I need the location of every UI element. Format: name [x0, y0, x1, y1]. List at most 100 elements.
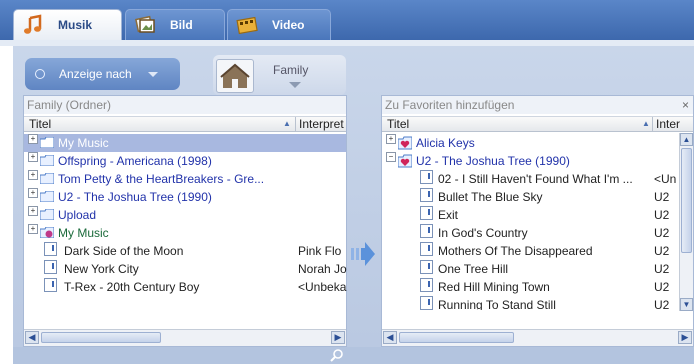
- track-title: 02 - I Still Haven't Found What I'm ...: [438, 172, 633, 186]
- expand-icon[interactable]: +: [28, 134, 38, 144]
- favorite-track-row[interactable]: Exit U2: [382, 206, 678, 224]
- tree-row-label: Offspring - Americana (1998): [58, 154, 212, 168]
- column-header: Titel ▲ Inter: [382, 116, 693, 132]
- favorite-folder-icon: [398, 136, 412, 150]
- tree-row-tom-petty[interactable]: + Tom Petty & the HeartBreakers - Gre...: [24, 170, 346, 188]
- tab-bild-label: Bild: [170, 18, 193, 32]
- track-artist: <Un: [654, 172, 677, 186]
- track-row[interactable]: Dark Side of the Moon Pink Flo: [24, 242, 346, 260]
- music-file-icon: [420, 242, 433, 256]
- column-header-title[interactable]: Titel: [387, 117, 409, 131]
- chevron-down-icon: [289, 82, 301, 88]
- favorite-track-row[interactable]: Bullet The Blue Sky U2: [382, 188, 678, 206]
- image-icon: [135, 15, 155, 33]
- favorite-track-row[interactable]: One Tree Hill U2: [382, 260, 678, 278]
- tree-row-offspring[interactable]: + Offspring - Americana (1998): [24, 152, 346, 170]
- tab-video[interactable]: Video: [227, 9, 331, 40]
- favorite-track-row[interactable]: Red Hill Mining Town U2: [382, 278, 678, 296]
- track-title: Exit: [438, 208, 459, 222]
- track-title: One Tree Hill: [438, 262, 509, 276]
- house-icon: [216, 59, 254, 93]
- music-file-icon: [420, 296, 433, 310]
- track-title: Mothers Of The Disappeared: [438, 244, 593, 258]
- tab-musik[interactable]: Musik: [13, 9, 122, 40]
- folder-icon: [40, 209, 54, 220]
- expand-icon[interactable]: +: [386, 134, 396, 144]
- music-file-icon: [420, 170, 433, 184]
- view-selector-dropdown[interactable]: Anzeige nach: [25, 58, 180, 90]
- folder-icon: [40, 155, 54, 166]
- transfer-arrow-icon[interactable]: [351, 240, 375, 268]
- track-title: Dark Side of the Moon: [64, 244, 184, 258]
- track-artist: U2: [654, 244, 670, 258]
- collapse-icon[interactable]: −: [386, 152, 396, 162]
- tab-bild[interactable]: Bild: [125, 9, 225, 40]
- scrollbar-thumb[interactable]: [41, 332, 161, 343]
- tree-row-shared-my-music[interactable]: + My Music: [24, 224, 346, 242]
- track-artist: U2: [654, 226, 670, 240]
- music-file-icon: [420, 188, 433, 202]
- tree-row-label: Upload: [58, 208, 97, 222]
- tree-row-my-music[interactable]: + My Music: [24, 134, 346, 152]
- tree-row-label: Tom Petty & the HeartBreakers - Gre...: [58, 172, 265, 186]
- music-file-icon: [44, 260, 57, 274]
- tree-row-u2[interactable]: + U2 - The Joshua Tree (1990): [24, 188, 346, 206]
- scroll-left-button[interactable]: ◀: [25, 331, 39, 344]
- column-header-artist[interactable]: Inter: [652, 117, 680, 131]
- expand-icon[interactable]: +: [28, 224, 38, 234]
- expand-icon[interactable]: +: [28, 188, 38, 198]
- favorite-track-row[interactable]: 02 - I Still Haven't Found What I'm ... …: [382, 170, 678, 188]
- sort-ascending-icon: ▲: [642, 119, 650, 128]
- expand-icon[interactable]: +: [28, 170, 38, 180]
- music-file-icon: [420, 278, 433, 292]
- favorite-track-row[interactable]: In God's Country U2: [382, 224, 678, 242]
- profile-selector[interactable]: Family: [213, 55, 346, 95]
- scroll-up-button[interactable]: ▲: [680, 133, 693, 146]
- track-title: Running To Stand Still: [438, 298, 556, 310]
- column-header-title[interactable]: Titel: [29, 117, 51, 131]
- track-title: Red Hill Mining Town: [438, 280, 550, 294]
- horizontal-scrollbar[interactable]: ◀ ▶: [382, 329, 693, 346]
- folder-icon: [40, 173, 54, 184]
- track-artist: U2: [654, 262, 670, 276]
- expand-icon[interactable]: +: [28, 206, 38, 216]
- tree-row-label: My Music: [58, 226, 109, 240]
- track-row[interactable]: T-Rex - 20th Century Boy <Unbeka: [24, 278, 346, 296]
- favorite-track-row[interactable]: Mothers Of The Disappeared U2: [382, 242, 678, 260]
- folder-icon: [40, 191, 54, 202]
- scroll-left-button[interactable]: ◀: [383, 331, 397, 344]
- scroll-down-button[interactable]: ▼: [680, 298, 693, 311]
- track-title: New York City: [64, 262, 139, 276]
- bottom-bar: [13, 347, 694, 364]
- favorite-row-alicia-keys[interactable]: + Alicia Keys: [382, 134, 678, 152]
- column-header-artist[interactable]: Interpret: [295, 117, 344, 131]
- vertical-scrollbar[interactable]: ▲ ▼: [679, 133, 693, 311]
- scroll-right-button[interactable]: ▶: [331, 331, 345, 344]
- search-icon[interactable]: [330, 348, 344, 362]
- chevron-down-icon: [147, 71, 158, 77]
- library-panel: Family (Ordner) Titel ▲ Interpret + My M…: [23, 95, 347, 347]
- close-icon[interactable]: ×: [682, 96, 689, 114]
- music-file-icon: [44, 242, 57, 256]
- tab-video-label: Video: [272, 18, 305, 32]
- horizontal-scrollbar[interactable]: ◀ ▶: [24, 329, 346, 346]
- expand-icon[interactable]: +: [28, 152, 38, 162]
- favorite-row-label: Alicia Keys: [416, 136, 475, 150]
- track-artist: U2: [654, 298, 670, 310]
- track-row[interactable]: New York City Norah Jo: [24, 260, 347, 278]
- favorite-folder-icon: [398, 154, 412, 168]
- scroll-right-button[interactable]: ▶: [678, 331, 692, 344]
- favorite-row-u2[interactable]: − U2 - The Joshua Tree (1990): [382, 152, 678, 170]
- track-title: In God's Country: [438, 226, 528, 240]
- favorite-track-row[interactable]: Running To Stand Still U2: [382, 296, 678, 310]
- shared-folder-icon: [40, 227, 54, 238]
- track-artist: U2: [654, 280, 670, 294]
- tab-musik-label: Musik: [58, 18, 93, 32]
- folder-icon: [40, 137, 54, 148]
- tree-row-label: My Music: [58, 136, 109, 150]
- music-note-icon: [24, 14, 42, 34]
- scrollbar-thumb[interactable]: [399, 332, 514, 343]
- scrollbar-thumb[interactable]: [681, 148, 692, 253]
- track-artist: U2: [654, 208, 670, 222]
- tree-row-upload[interactable]: + Upload: [24, 206, 346, 224]
